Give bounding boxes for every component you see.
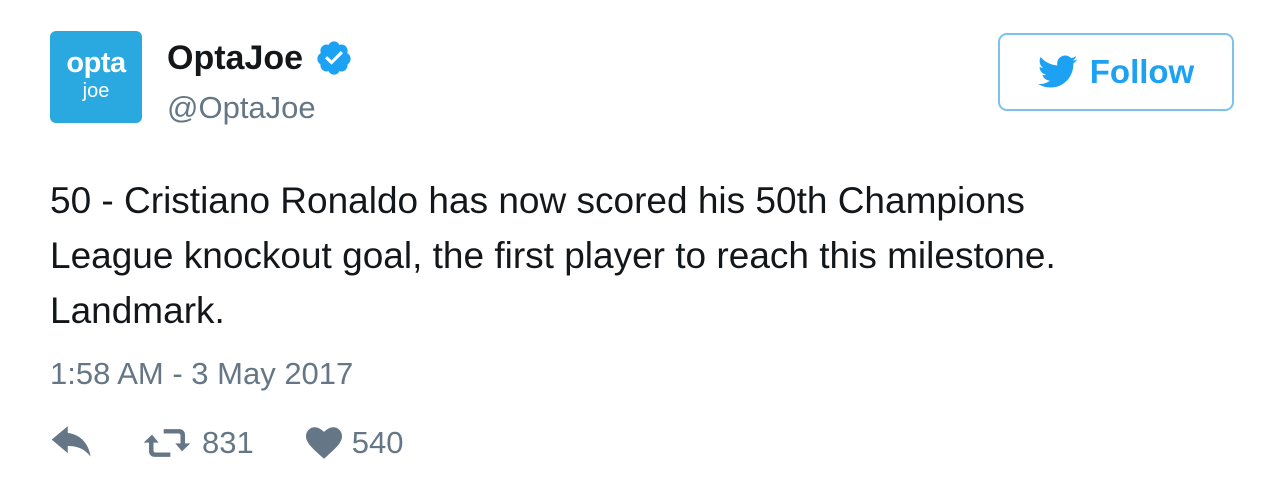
twitter-bird-icon — [1037, 55, 1078, 89]
follow-button[interactable]: Follow — [998, 33, 1234, 111]
tweet-text-line: Landmark. — [50, 290, 225, 331]
tweet-text-line: League knockout goal, the first player t… — [50, 235, 1056, 276]
author-handle[interactable]: @OptaJoe — [167, 88, 316, 128]
reply-icon — [50, 426, 94, 460]
tweet-actions: 831 540 — [50, 423, 403, 463]
avatar[interactable]: opta joe — [50, 31, 142, 123]
avatar-logo-text: opta — [66, 47, 126, 79]
author-name-row: OptaJoe — [167, 38, 353, 78]
retweet-icon — [142, 427, 192, 459]
tweet-timestamp[interactable]: 1:58 AM - 3 May 2017 — [50, 354, 353, 394]
tweet-text-line: 50 - Cristiano Ronaldo has now scored hi… — [50, 180, 1025, 221]
like-button[interactable]: 540 — [305, 423, 404, 463]
follow-button-label: Follow — [1089, 53, 1195, 90]
avatar-logo-subtext: joe — [82, 80, 110, 102]
verified-badge-icon — [315, 39, 353, 77]
embedded-tweet: opta joe OptaJoe @OptaJoe Follow 50 - Cr… — [0, 0, 1280, 495]
author-display-name[interactable]: OptaJoe — [167, 38, 303, 78]
tweet-text: 50 - Cristiano Ronaldo has now scored hi… — [50, 173, 1230, 338]
retweet-button[interactable]: 831 — [142, 423, 254, 463]
reply-button[interactable] — [50, 426, 94, 460]
heart-icon — [305, 427, 342, 459]
retweet-count: 831 — [202, 425, 254, 460]
like-count: 540 — [351, 425, 404, 460]
